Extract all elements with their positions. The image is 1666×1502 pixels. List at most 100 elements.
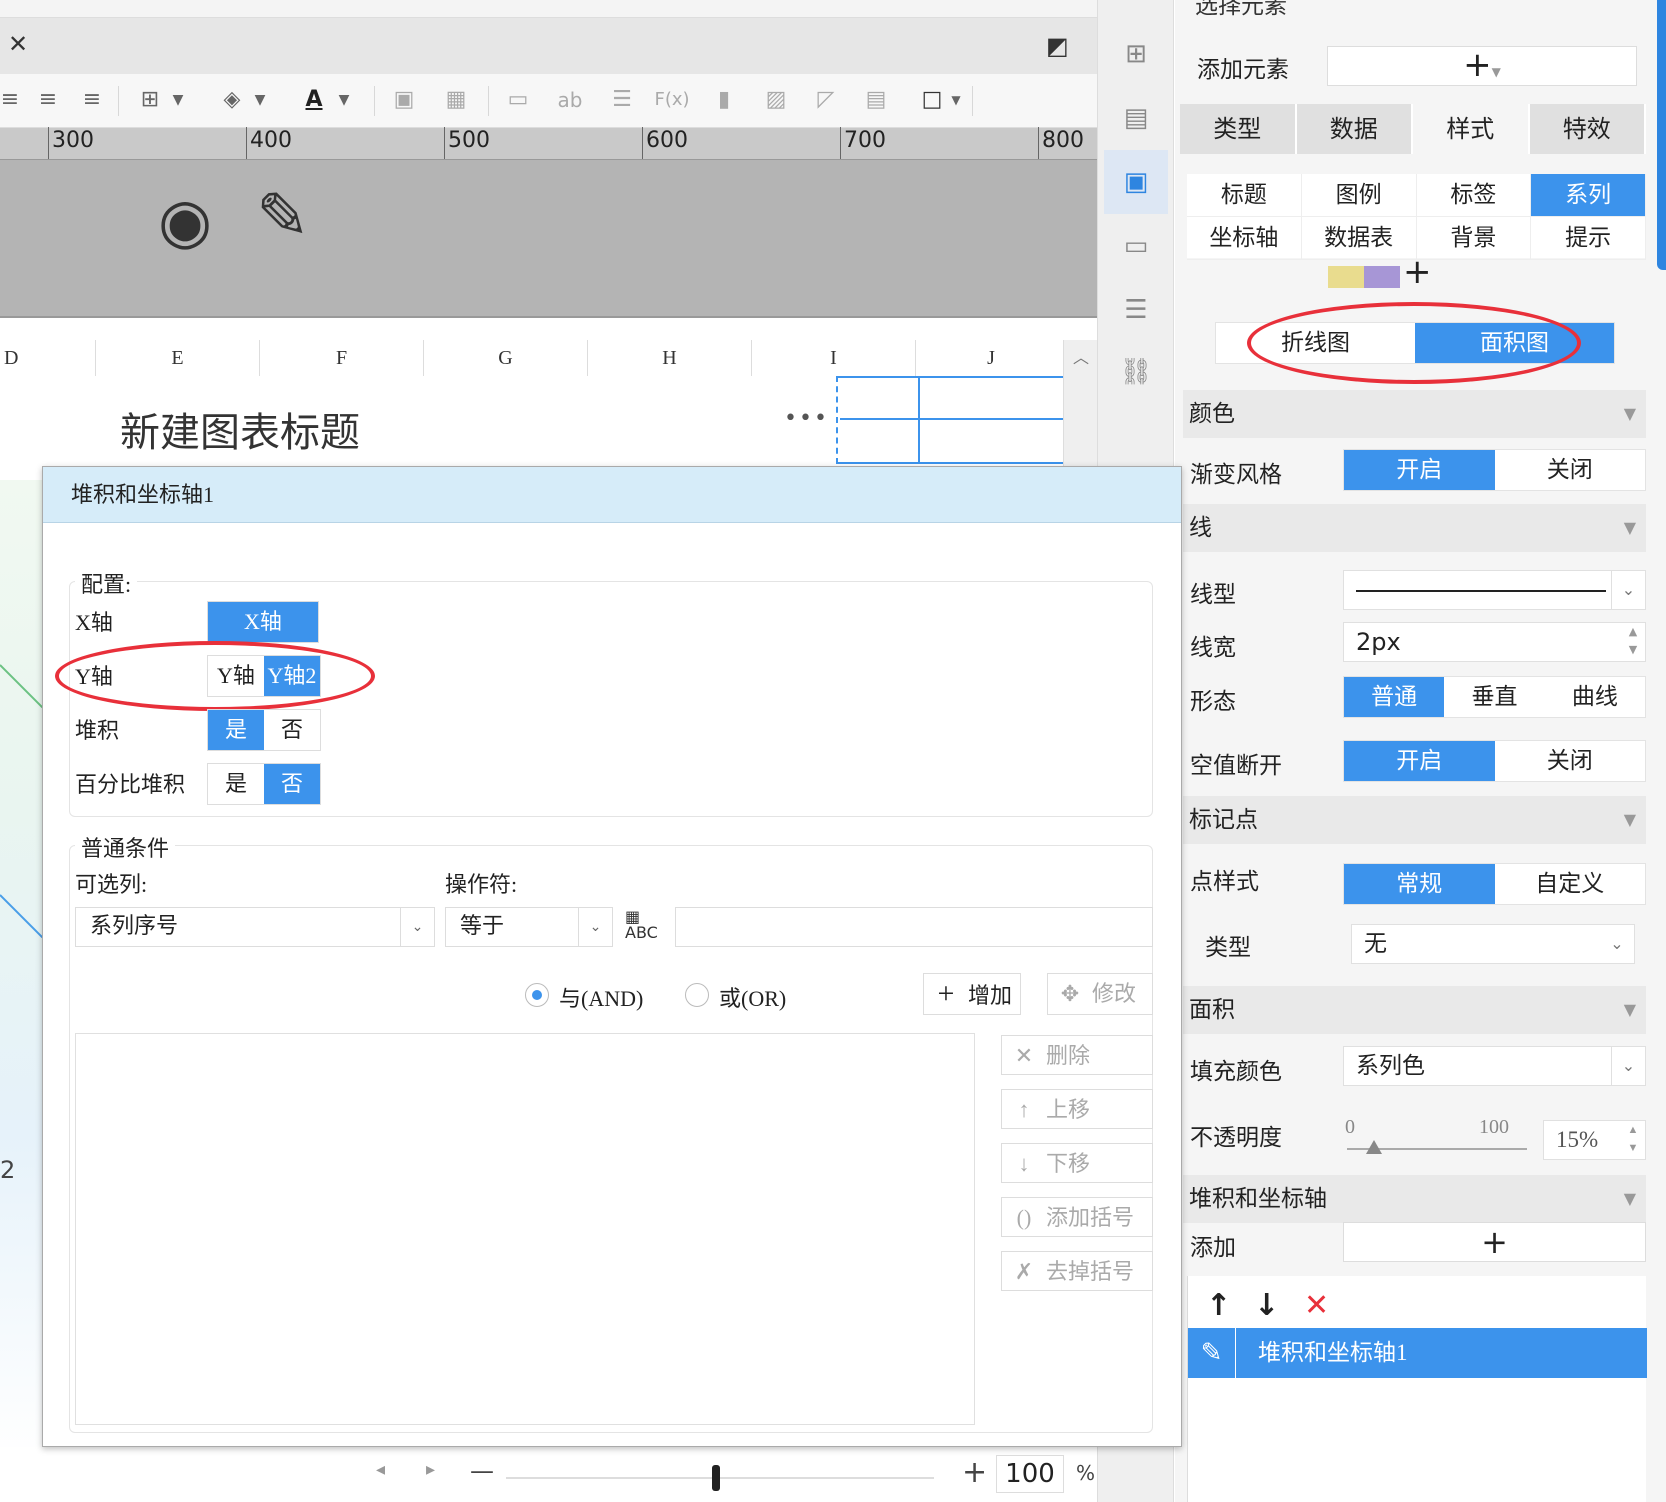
gradient-off[interactable]: 关闭: [1495, 450, 1646, 490]
collapse-icon[interactable]: ◩: [1046, 32, 1069, 60]
series-swatch[interactable]: [1364, 266, 1400, 288]
tab-data[interactable]: 数据: [1296, 104, 1413, 154]
chevron-down-icon[interactable]: ▼: [250, 82, 270, 118]
zoom-out-button[interactable]: —: [470, 1457, 494, 1485]
cell-icon[interactable]: ▣: [386, 82, 422, 118]
value-type-icon[interactable]: ▦ ABC: [625, 909, 658, 941]
more-icon[interactable]: •••: [784, 406, 829, 431]
stack-axis-section[interactable]: 堆积和坐标轴 ▼: [1183, 1175, 1646, 1223]
align-center-icon[interactable]: ≡: [30, 82, 66, 118]
widget-icon[interactable]: ▣: [1104, 150, 1168, 214]
add-series-icon[interactable]: +: [1403, 252, 1432, 292]
line-section[interactable]: 线 ▼: [1183, 504, 1646, 552]
value-input[interactable]: [675, 907, 1153, 947]
zoom-thumb[interactable]: [712, 1465, 720, 1491]
zoom-track[interactable]: [506, 1477, 934, 1479]
point-style-custom[interactable]: 自定义: [1495, 864, 1646, 904]
add-element-button[interactable]: +▼: [1327, 46, 1637, 86]
shape-vertical[interactable]: 垂直: [1444, 677, 1544, 717]
shape-curve[interactable]: 曲线: [1545, 677, 1645, 717]
stepper-icon[interactable]: ▲ ▼: [1621, 623, 1645, 661]
marker-type-select[interactable]: 无 ⌄: [1351, 924, 1635, 964]
subtab-legend[interactable]: 图例: [1301, 174, 1417, 217]
line-type-select[interactable]: ⌄: [1343, 570, 1646, 610]
link-icon[interactable]: ⛓: [1114, 350, 1158, 394]
add-bracket-button[interactable]: () 添加括号: [1001, 1197, 1153, 1237]
subtab-title[interactable]: 标题: [1187, 174, 1302, 217]
move-up-icon[interactable]: ↑: [1206, 1288, 1231, 1323]
move-up-button[interactable]: ↑ 上移: [1001, 1089, 1153, 1129]
area-section[interactable]: 面积 ▼: [1183, 986, 1646, 1034]
chevron-down-icon[interactable]: ▼: [334, 82, 354, 118]
or-radio[interactable]: [685, 983, 709, 1007]
subtab-axis[interactable]: 坐标轴: [1187, 217, 1302, 260]
column-j[interactable]: J: [916, 340, 1067, 376]
report-icon[interactable]: ▤: [858, 82, 894, 118]
subtab-tooltip[interactable]: 提示: [1531, 217, 1646, 260]
chevron-up-icon[interactable]: ︿: [1073, 344, 1089, 368]
close-icon[interactable]: ✕: [8, 30, 28, 58]
null-break-off[interactable]: 关闭: [1495, 741, 1646, 781]
column-h[interactable]: H: [588, 340, 752, 376]
zoom-in-button[interactable]: +: [962, 1455, 987, 1490]
align-right-icon[interactable]: ≡: [74, 82, 110, 118]
paragraph-icon[interactable]: ☰: [604, 82, 640, 118]
operator-select[interactable]: 等于 ⌄: [445, 907, 613, 947]
tab-style[interactable]: 样式: [1413, 104, 1530, 154]
column-f[interactable]: F: [260, 340, 424, 376]
shape-normal[interactable]: 普通: [1344, 677, 1445, 717]
stack-yes[interactable]: 是: [208, 710, 264, 750]
delete-icon[interactable]: ✕: [1304, 1288, 1329, 1323]
remove-bracket-button[interactable]: ✗ 去掉括号: [1001, 1251, 1153, 1291]
bar-chart-icon[interactable]: ▮: [706, 82, 742, 118]
subtab-series[interactable]: 系列: [1531, 174, 1646, 217]
modify-condition-button[interactable]: ✥ 修改: [1047, 973, 1153, 1015]
opacity-input[interactable]: 15% ▲ ▼: [1543, 1120, 1646, 1160]
layout-icon[interactable]: ⊞: [1114, 32, 1158, 76]
column-select[interactable]: 系列序号 ⌄: [75, 907, 435, 947]
stack-no[interactable]: 否: [264, 710, 320, 750]
tab-type[interactable]: 类型: [1180, 104, 1297, 154]
pencil-icon[interactable]: ✎: [256, 180, 310, 254]
gradient-on[interactable]: 开启: [1344, 450, 1495, 490]
subtab-background[interactable]: 背景: [1416, 217, 1532, 260]
subtab-datatable[interactable]: 数据表: [1301, 217, 1417, 260]
and-radio[interactable]: [525, 983, 549, 1007]
column-i[interactable]: I: [752, 340, 916, 376]
stack-list-item[interactable]: ✎ 堆积和坐标轴1: [1188, 1328, 1647, 1378]
chevron-left-icon[interactable]: ◂: [376, 1459, 385, 1480]
slash-icon[interactable]: ◸: [808, 82, 844, 118]
tab-effects[interactable]: 特效: [1529, 104, 1646, 154]
formula-icon[interactable]: F(x): [654, 82, 690, 118]
border-icon[interactable]: ⊞: [132, 82, 168, 118]
column-d[interactable]: D: [0, 340, 96, 376]
chevron-right-icon[interactable]: ▸: [426, 1459, 435, 1480]
percent-stack-yes[interactable]: 是: [208, 764, 264, 804]
point-style-normal[interactable]: 常规: [1344, 864, 1495, 904]
percent-stack-no[interactable]: 否: [264, 764, 320, 804]
add-stack-button[interactable]: +: [1343, 1222, 1646, 1262]
add-condition-button[interactable]: + 增加: [923, 973, 1021, 1015]
subtab-label[interactable]: 标签: [1416, 174, 1532, 217]
stepper-icon[interactable]: ▲ ▼: [1621, 1121, 1645, 1159]
image-icon[interactable]: ▨: [758, 82, 794, 118]
chevron-down-icon[interactable]: ▼: [168, 82, 188, 118]
frame-icon[interactable]: □: [914, 82, 950, 118]
line-width-input[interactable]: 2px ▲ ▼: [1343, 622, 1646, 662]
text-icon[interactable]: ab: [552, 82, 588, 118]
delete-condition-button[interactable]: ✕ 删除: [1001, 1035, 1153, 1075]
marker-section[interactable]: 标记点 ▼: [1183, 796, 1646, 844]
condition-list[interactable]: [75, 1033, 975, 1425]
table-icon[interactable]: ▦: [438, 82, 474, 118]
list-icon[interactable]: ☰: [1114, 288, 1158, 332]
chart-title[interactable]: 新建图表标题: [120, 400, 360, 458]
null-break-on[interactable]: 开启: [1344, 741, 1495, 781]
column-e[interactable]: E: [96, 340, 260, 376]
move-down-icon[interactable]: ↓: [1254, 1288, 1279, 1323]
eye-off-icon[interactable]: ◉: [158, 184, 212, 257]
move-down-button[interactable]: ↓ 下移: [1001, 1143, 1153, 1183]
zoom-value[interactable]: 100: [996, 1455, 1064, 1493]
x-axis-option[interactable]: X轴: [208, 602, 318, 642]
color-section[interactable]: 颜色 ▼: [1183, 390, 1646, 438]
cell-info-icon[interactable]: ▤: [1114, 96, 1158, 140]
